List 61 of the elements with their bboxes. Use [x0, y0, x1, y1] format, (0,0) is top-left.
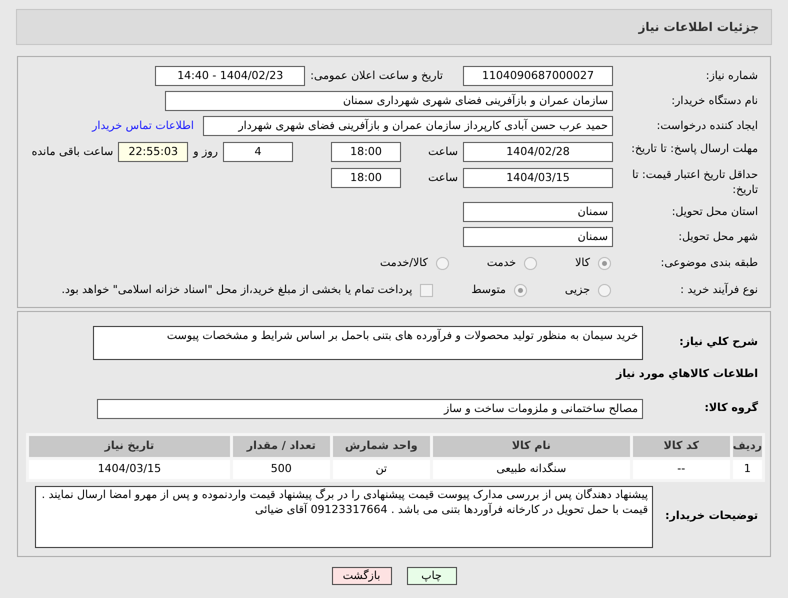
column-header: تاریخ نیاز	[28, 434, 232, 458]
text-field[interactable]: سمنان	[463, 202, 613, 222]
time-label: ساعت	[427, 144, 458, 160]
radio-label: خدمت	[486, 254, 516, 271]
column-header: کد کالا	[631, 434, 732, 458]
checkbox[interactable]	[420, 284, 434, 296]
days-label: روز و	[193, 144, 218, 160]
radio-button[interactable]	[598, 284, 611, 296]
table-cell: 500	[231, 458, 332, 480]
notes-textarea[interactable]: پیشنهاد دهندگان پس از بررسی مدارک پیوست قیمت پیشنهادی را در برگ پیشنهاد قیمت واردنموده و پس از مهرو امضا ارسال نمایند . قیمت با حمل تحویل در کارخانه فرآوردها بتنی می باشد . 09123317664 آقای ضیائی	[35, 486, 653, 548]
column-header: ردیف	[731, 434, 764, 458]
field-label: تاریخ و ساعت اعلان عمومی:	[310, 68, 443, 84]
radio-label: جزیی	[564, 282, 590, 298]
text-field[interactable]: حمید عرب حسن آبادی کارپرداز سازمان عمران و بازآفرینی فضای شهری شهردار	[203, 116, 613, 136]
field-label: توضیحات خریدار:	[664, 508, 758, 524]
field-label: گروه کالا:	[703, 400, 758, 416]
table-cell: 1404/03/15	[28, 458, 232, 480]
radio-label: کالا/خدمت	[380, 254, 428, 271]
column-header: تعداد / مقدار	[231, 434, 332, 458]
radio-label: کالا	[575, 254, 590, 271]
field-label: حداقل تاریخ اعتبار قیمت: تا تاریخ:	[631, 167, 758, 197]
radio-button[interactable]	[524, 256, 538, 270]
field-label: شماره نیاز:	[704, 68, 758, 84]
text-field[interactable]: 1404/02/28	[463, 142, 613, 162]
print-button[interactable]: چاپ	[406, 566, 456, 584]
section-title: اطلاعات كالاهاي مورد نياز	[616, 366, 758, 382]
field-label: شرح كلي نياز:	[678, 334, 758, 350]
text-field[interactable]: 4	[223, 142, 293, 162]
field-label: طبقه بندی موضوعی:	[660, 254, 758, 271]
radio-button[interactable]	[514, 284, 527, 296]
table-cell: --	[631, 458, 732, 480]
countdown-field[interactable]: 22:55:03	[118, 142, 188, 162]
field-label: مهلت ارسال پاسخ: تا تاریخ:	[630, 141, 758, 156]
field-label: ایجاد کننده درخواست:	[656, 118, 758, 134]
field-label: نام دستگاه خریدار:	[670, 92, 758, 109]
column-header: نام کالا	[431, 434, 632, 458]
table-cell: تن	[331, 458, 432, 480]
radio-button[interactable]	[436, 256, 449, 270]
header-bar: جزئیات اطلاعات نیاز	[16, 9, 772, 45]
text-field[interactable]: 1404/03/15	[463, 168, 613, 188]
column-header: واحد شمارش	[331, 434, 432, 458]
text-field[interactable]: سازمان عمران و بازآفرینی فضای شهری شهرداری سمنان	[165, 91, 613, 111]
back-button[interactable]: بازگشت	[332, 566, 392, 584]
text-field[interactable]: 1404/02/23 - 14:40	[155, 66, 306, 86]
remaining-label: ساعت باقی مانده	[32, 144, 114, 160]
field-label: شهر محل تحویل:	[677, 228, 758, 245]
text-field[interactable]: 18:00	[331, 168, 401, 188]
radio-label: متوسط	[471, 282, 506, 298]
time-label: ساعت	[427, 170, 458, 186]
description-textarea[interactable]: خرید سیمان به منظور تولید محصولات و فرآورده های بتنی باحمل بر اساس شرایط و مشخصات پیوست	[93, 326, 643, 360]
text-field[interactable]: 1104090687000027	[463, 66, 613, 86]
field-label: استان محل تحویل:	[670, 204, 758, 220]
contact-link[interactable]: اطلاعات تماس خریدار	[92, 118, 194, 134]
text-field[interactable]: سمنان	[463, 227, 613, 247]
table-cell: 1	[731, 458, 764, 480]
checkbox-label: پرداخت تمام یا بخشی از مبلغ خرید،از محل "اسناد خزانه اسلامی" خواهد بود.	[62, 282, 412, 298]
text-field[interactable]: مصالح ساختمانی و ملزومات ساخت و ساز	[97, 398, 643, 418]
text-field[interactable]: 18:00	[331, 142, 401, 162]
table-cell: سنگدانه طبیعی	[431, 458, 632, 480]
radio-button[interactable]	[598, 256, 611, 270]
field-label: نوع فرآیند خرید :	[679, 282, 758, 298]
